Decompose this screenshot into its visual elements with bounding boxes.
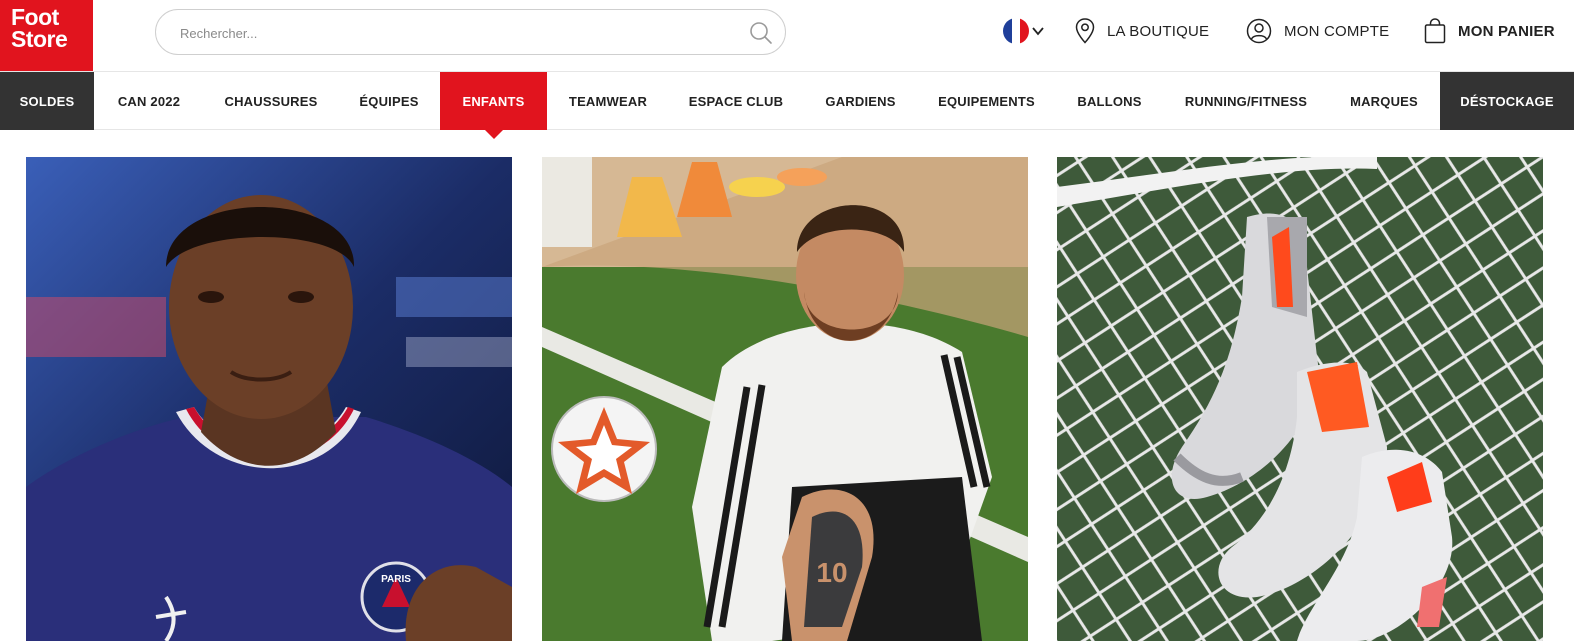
search-input[interactable]	[180, 22, 720, 44]
nav-item-can-2022[interactable]: CAN 2022	[94, 72, 204, 130]
search-bar	[155, 9, 786, 55]
store-locator-link[interactable]: LA BOUTIQUE	[1075, 18, 1209, 44]
nav-item-espace-club[interactable]: ESPACE CLUB	[669, 72, 803, 130]
nav-item-teamwear[interactable]: TEAMWEAR	[547, 72, 669, 130]
player-portrait-image: PARIS	[26, 157, 512, 641]
foot-store-logo[interactable]: Foot Store	[0, 0, 93, 71]
store-link-label: LA BOUTIQUE	[1107, 22, 1210, 40]
player-on-pitch-image: 10	[542, 157, 1028, 641]
main-navigation: SOLDES CAN 2022 CHAUSSURES ÉQUIPES ENFAN…	[0, 71, 1574, 139]
shopping-bag-icon	[1424, 18, 1446, 44]
nav-item-equipements[interactable]: EQUIPEMENTS	[918, 72, 1055, 130]
promo-tile-player-on-pitch[interactable]: 10	[542, 157, 1028, 641]
account-link[interactable]: MON COMPTE	[1246, 18, 1389, 44]
nav-item-equipes[interactable]: ÉQUIPES	[338, 72, 440, 130]
leg-tattoo-number: 10	[816, 557, 847, 588]
nav-item-destockage[interactable]: DÉSTOCKAGE	[1440, 72, 1574, 130]
cart-link-label: MON PANIER	[1458, 22, 1555, 40]
france-flag-icon[interactable]	[1003, 18, 1029, 44]
promo-tile-boots-in-net[interactable]	[1057, 157, 1543, 641]
nav-item-gardiens[interactable]: GARDIENS	[803, 72, 918, 130]
site-header: Foot Store LA BOUTIQUE MON COMPTE	[0, 0, 1574, 71]
nav-item-ballons[interactable]: BALLONS	[1055, 72, 1164, 130]
chevron-down-icon[interactable]	[1031, 24, 1045, 38]
nav-item-running-fitness[interactable]: RUNNING/FITNESS	[1164, 72, 1328, 130]
nav-item-enfants[interactable]: ENFANTS	[440, 72, 547, 139]
cart-link[interactable]: MON PANIER	[1424, 18, 1555, 44]
nav-item-soldes[interactable]: SOLDES	[0, 72, 94, 130]
jersey-crest-text: PARIS	[381, 574, 411, 585]
logo-line-1: Foot	[11, 4, 59, 30]
search-icon[interactable]	[749, 21, 773, 45]
map-pin-icon	[1075, 18, 1095, 44]
nav-item-chaussures[interactable]: CHAUSSURES	[204, 72, 338, 130]
logo-line-2: Store	[11, 26, 68, 52]
promo-tile-player-portrait[interactable]: PARIS	[26, 157, 512, 641]
user-icon	[1246, 18, 1272, 44]
nav-item-marques[interactable]: MARQUES	[1328, 72, 1440, 130]
boots-in-net-image	[1057, 157, 1543, 641]
account-link-label: MON COMPTE	[1284, 22, 1390, 40]
